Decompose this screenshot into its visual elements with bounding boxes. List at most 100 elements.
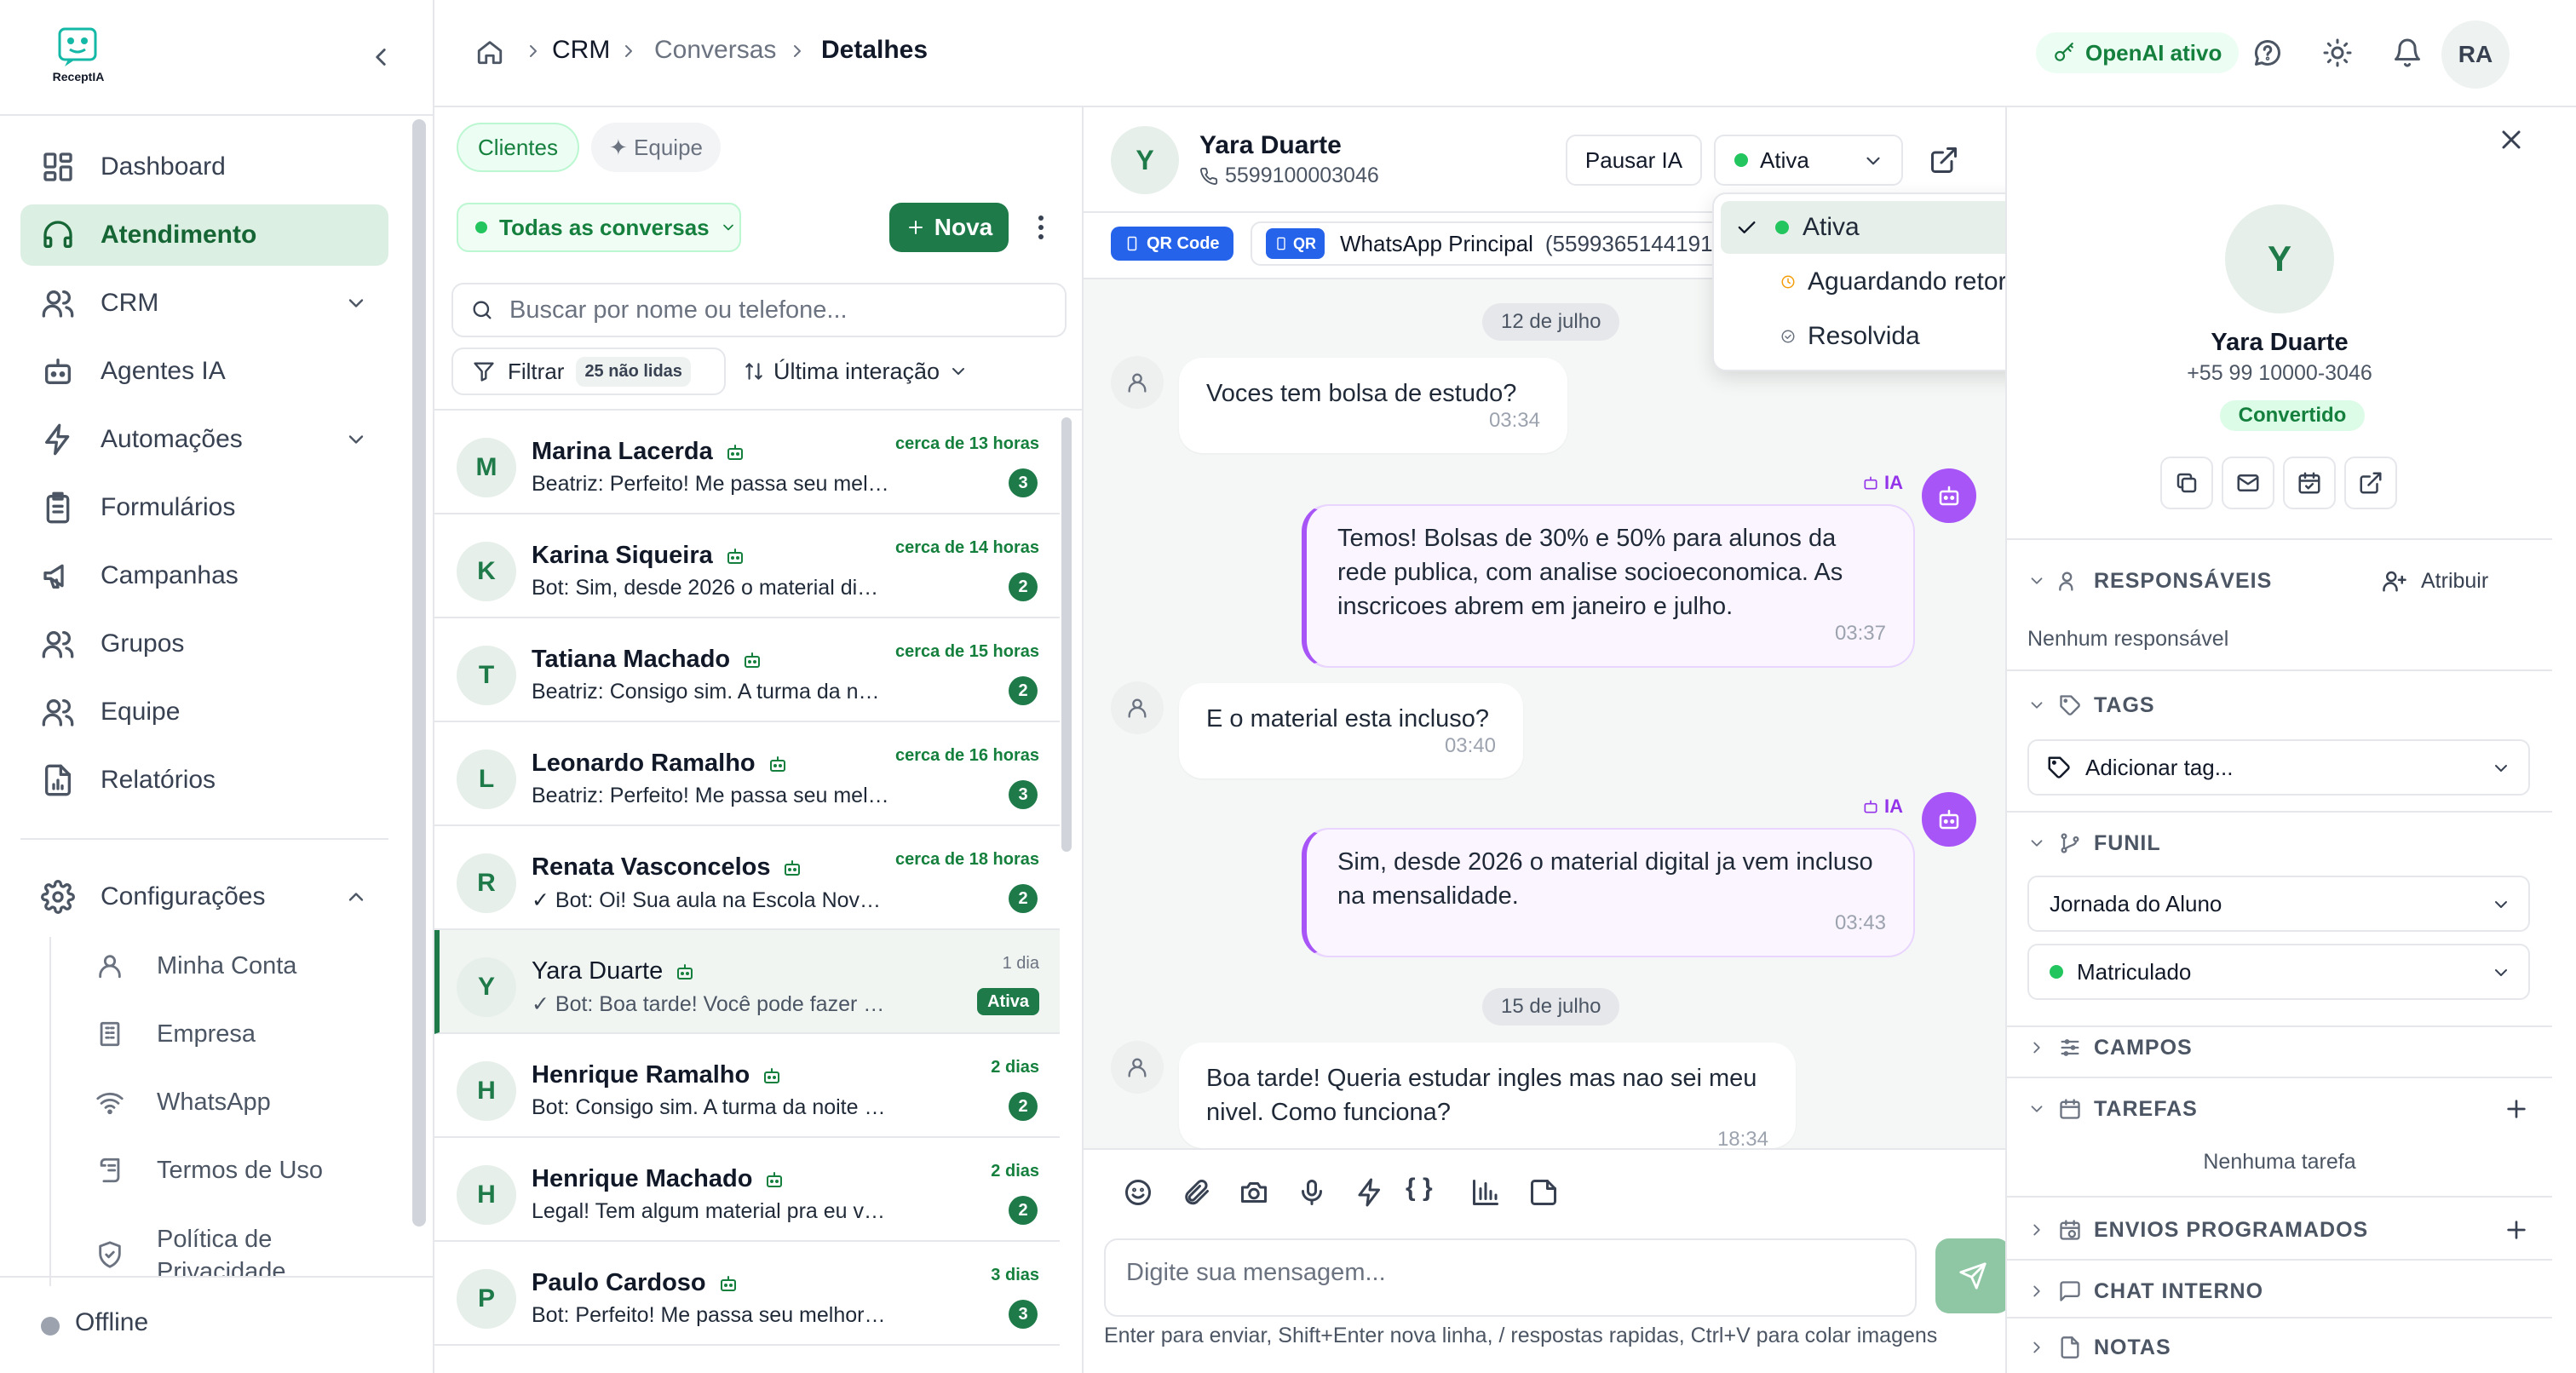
unread-count: 3 xyxy=(1009,780,1038,809)
add-tag-select[interactable]: Adicionar tag... xyxy=(2027,739,2530,796)
close-icon[interactable] xyxy=(2496,124,2527,155)
assign-button[interactable]: Atribuir xyxy=(2382,564,2488,598)
openai-status-badge: OpenAI ativo xyxy=(2036,32,2240,73)
conversation-row[interactable]: H Henrique Ramalho Bot: Consigo sim. A tur… xyxy=(434,1034,1060,1138)
nav-campanhas[interactable]: Campanhas xyxy=(20,545,388,606)
conversation-row[interactable]: L Leonardo Ramalho Beatriz: Perfeito! Me p… xyxy=(434,722,1060,826)
message-input[interactable]: Digite sua mensagem... xyxy=(1104,1238,1917,1317)
email-button[interactable] xyxy=(2222,457,2274,509)
conversation-row[interactable]: T Tatiana Machado Beatriz: Consigo sim. A … xyxy=(434,618,1060,722)
conversation-time: 2 dias xyxy=(991,1058,1039,1077)
submenu-guide xyxy=(49,937,51,1286)
conversation-row[interactable]: P Paulo Cardoso Bot: Perfeito! Me passa se… xyxy=(434,1242,1060,1346)
status-text[interactable]: Offline xyxy=(75,1308,148,1337)
conversation-row[interactable]: K Karina Siqueira Bot: Sim, desde 2026 o m… xyxy=(434,514,1060,618)
nav-empresa[interactable]: Empresa xyxy=(80,1008,387,1060)
nav-formularios[interactable]: Formulários xyxy=(20,477,388,538)
microphone-icon[interactable] xyxy=(1297,1177,1327,1208)
section-envios-header[interactable]: ENVIOS PROGRAMADOS xyxy=(2027,1213,2368,1247)
chevron-down-icon[interactable] xyxy=(344,428,368,451)
conversation-row[interactable]: M Marina Lacerda Beatriz: Perfeito! Me pas… xyxy=(434,411,1060,514)
zap-icon[interactable] xyxy=(1354,1177,1385,1208)
send-button[interactable] xyxy=(1935,1238,2010,1313)
tab-equipe[interactable]: ✦ Equipe xyxy=(591,123,721,172)
bot-icon xyxy=(768,754,788,774)
camera-icon[interactable] xyxy=(1239,1177,1269,1208)
nav-crm[interactable]: CRM xyxy=(20,273,388,334)
status-option-resolvida[interactable]: Resolvida xyxy=(1721,310,2044,363)
breadcrumb-conversas[interactable]: Conversas xyxy=(654,36,776,65)
qr-code-button[interactable]: QR Code xyxy=(1111,227,1233,261)
contact-message-avatar xyxy=(1111,1041,1164,1094)
conversation-filter-select[interactable]: Todas as conversas xyxy=(457,203,741,252)
status-option-label: Ativa xyxy=(1803,213,1860,241)
status-option-aguardando[interactable]: Aguardando retorno xyxy=(1721,256,2044,308)
more-vertical-icon[interactable] xyxy=(1026,208,1056,247)
schedule-button[interactable] xyxy=(2283,457,2336,509)
nav-agentes-ia[interactable]: Agentes IA xyxy=(20,341,388,402)
conversation-row[interactable] xyxy=(434,1346,1060,1371)
sort-select[interactable]: Última interação xyxy=(743,353,969,390)
collapse-sidebar-icon[interactable] xyxy=(366,43,395,72)
chevron-down-icon[interactable] xyxy=(344,291,368,315)
breadcrumb-crm[interactable]: CRM xyxy=(552,36,610,65)
conversation-row[interactable]: Y Yara Duarte ✓ Bot: Boa tarde! Você pode … xyxy=(434,930,1060,1034)
nav-termos[interactable]: Termos de Uso xyxy=(80,1145,387,1196)
section-tarefas-header[interactable]: TAREFAS xyxy=(2027,1092,2198,1126)
ia-label: IA xyxy=(1862,472,1903,494)
channel-select[interactable]: QR WhatsApp Principal (5599365144191) xyxy=(1251,221,1762,266)
external-link-icon[interactable] xyxy=(1929,145,1959,175)
filter-button[interactable]: Filtrar 25 não lidas xyxy=(451,348,726,395)
section-chat-interno-header[interactable]: CHAT INTERNO xyxy=(2027,1274,2263,1308)
sticky-note-icon[interactable] xyxy=(1528,1177,1559,1208)
copy-button[interactable] xyxy=(2160,457,2213,509)
add-scheduled-icon[interactable] xyxy=(2503,1216,2530,1244)
chevron-right-icon xyxy=(2027,1282,2046,1301)
nav-whatsapp[interactable]: WhatsApp xyxy=(80,1077,387,1128)
conversation-row[interactable]: H Henrique Machado Legal! Tem algum materi… xyxy=(434,1138,1060,1242)
section-funil-header[interactable]: FUNIL xyxy=(2027,826,2161,860)
new-conversation-button[interactable]: Nova xyxy=(889,203,1009,252)
nav-equipe[interactable]: Equipe xyxy=(20,681,388,743)
user-avatar[interactable]: RA xyxy=(2441,20,2510,89)
app-logo[interactable]: ReceptIA xyxy=(48,26,107,87)
funnel-select[interactable]: Jornada do Aluno xyxy=(2027,876,2530,932)
nav-relatorios[interactable]: Relatórios xyxy=(20,750,388,811)
conversation-name: Paulo Cardoso xyxy=(532,1269,739,1297)
sidebar-scrollbar[interactable] xyxy=(412,119,426,1227)
section-notas-header[interactable]: NOTAS xyxy=(2027,1330,2171,1364)
conversation-row[interactable]: R Renata Vasconcelos ✓ Bot: Oi! Sua aula n… xyxy=(434,826,1060,930)
stage-select[interactable]: Matriculado xyxy=(2027,944,2530,1000)
nav-configuracoes[interactable]: Configurações xyxy=(20,866,388,928)
status-option-ativa[interactable]: Ativa xyxy=(1721,201,2044,254)
nav-dashboard[interactable]: Dashboard xyxy=(20,136,388,198)
section-responsaveis-header[interactable]: RESPONSÁVEIS xyxy=(2027,564,2272,598)
section-campos-header[interactable]: CAMPOS xyxy=(2027,1031,2193,1065)
status-select[interactable]: Ativa xyxy=(1714,135,1903,186)
nav-minha-conta[interactable]: Minha Conta xyxy=(80,940,387,991)
paperclip-icon[interactable] xyxy=(1181,1177,1211,1208)
section-tags-header[interactable]: TAGS xyxy=(2027,688,2155,722)
search-input[interactable]: Buscar por nome ou telefone... xyxy=(451,283,1067,337)
bar-chart-icon[interactable] xyxy=(1470,1177,1501,1208)
list-scrollbar[interactable] xyxy=(1061,417,1072,852)
home-icon[interactable] xyxy=(475,37,504,66)
bell-icon[interactable] xyxy=(2392,37,2423,68)
chevron-up-icon[interactable] xyxy=(344,885,368,909)
nav-automacoes[interactable]: Automações xyxy=(20,409,388,470)
tab-clientes[interactable]: Clientes xyxy=(457,123,579,172)
contact-message-avatar xyxy=(1111,356,1164,409)
stage-value: Matriculado xyxy=(2077,958,2192,985)
bot-icon xyxy=(1936,807,1962,832)
unread-count-badge: 25 não lidas xyxy=(576,356,691,387)
help-chat-icon[interactable] xyxy=(2252,37,2283,68)
add-task-icon[interactable] xyxy=(2503,1095,2530,1123)
variables-icon[interactable]: { } xyxy=(1406,1174,1448,1204)
open-external-button[interactable] xyxy=(2344,457,2397,509)
nav-grupos[interactable]: Grupos xyxy=(20,613,388,675)
sun-icon[interactable] xyxy=(2322,37,2353,68)
nav-atendimento[interactable]: Atendimento xyxy=(20,204,388,266)
pause-ia-button[interactable]: Pausar IA xyxy=(1566,135,1702,186)
emoji-icon[interactable] xyxy=(1123,1177,1153,1208)
nav-politica[interactable]: Política de Privacidade xyxy=(80,1213,387,1276)
